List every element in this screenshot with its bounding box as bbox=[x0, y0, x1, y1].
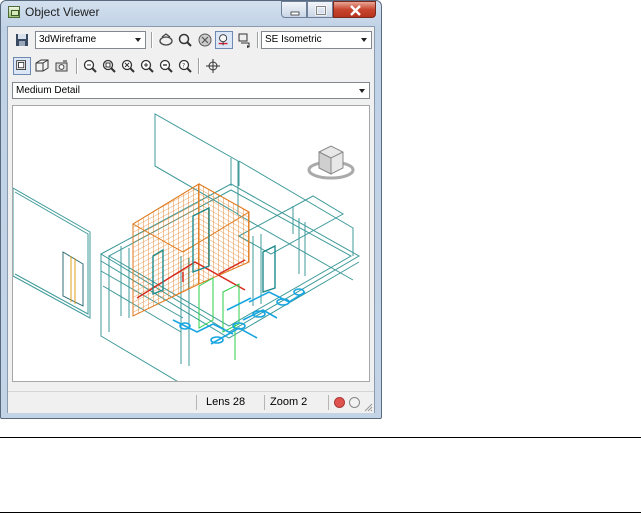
zoom-extents-icon bbox=[121, 59, 135, 73]
save-button[interactable] bbox=[13, 31, 31, 49]
toolbar-separator bbox=[151, 32, 153, 48]
zoom-previous-button[interactable]: ? bbox=[176, 57, 194, 75]
visual-style-value: 3dWireframe bbox=[39, 34, 97, 45]
orbit-button[interactable] bbox=[157, 31, 175, 49]
toolbar-separator bbox=[76, 58, 78, 74]
object-viewer-app-icon[interactable] bbox=[8, 6, 20, 18]
top-view-icon bbox=[16, 60, 26, 70]
window-title: Object Viewer bbox=[25, 5, 100, 19]
set-view-icon bbox=[238, 33, 250, 48]
page-divider-bottom bbox=[0, 512, 641, 513]
chevron-down-icon[interactable] bbox=[355, 83, 369, 98]
toolbar-separator bbox=[198, 58, 200, 74]
wireframe-model bbox=[13, 113, 361, 381]
camera-icon bbox=[55, 60, 68, 72]
minimize-icon bbox=[290, 11, 300, 16]
toolbar-row-2: ? bbox=[8, 53, 374, 79]
visual-style-select[interactable]: 3dWireframe bbox=[35, 31, 146, 49]
zoom-out-button[interactable] bbox=[157, 57, 175, 75]
status-bar: Lens 28 Zoom 2 bbox=[8, 391, 374, 413]
camera-button[interactable] bbox=[53, 57, 71, 75]
light-icon bbox=[218, 34, 228, 46]
ucs-icon bbox=[35, 59, 49, 72]
page-divider-top bbox=[0, 437, 641, 438]
orbit-icon bbox=[159, 33, 173, 46]
status-divider bbox=[328, 395, 329, 410]
light-button[interactable] bbox=[215, 31, 233, 49]
status-divider bbox=[196, 395, 197, 410]
view-select[interactable]: SE Isometric bbox=[261, 31, 372, 49]
zoom-previous-icon: ? bbox=[178, 59, 192, 73]
caption-buttons bbox=[281, 1, 376, 18]
zoom-icon bbox=[178, 33, 192, 47]
zoom-window-icon bbox=[102, 59, 116, 73]
zoom-realtime-button[interactable] bbox=[81, 57, 99, 75]
toolbar-separator bbox=[257, 32, 259, 48]
close-icon bbox=[350, 5, 361, 16]
save-icon bbox=[16, 34, 28, 46]
stop-indicator-icon[interactable] bbox=[349, 397, 360, 408]
title-bar[interactable]: Object Viewer bbox=[1, 1, 381, 23]
target-button[interactable] bbox=[204, 57, 222, 75]
chevron-down-icon[interactable] bbox=[131, 32, 145, 48]
zoom-status: Zoom 2 bbox=[270, 396, 308, 408]
model-viewport[interactable] bbox=[12, 105, 370, 382]
set-view-button[interactable] bbox=[235, 31, 253, 49]
object-viewer-window: Object Viewer 3dWireframe SE Isometric ?… bbox=[0, 0, 382, 419]
visual-style-button[interactable] bbox=[196, 31, 214, 49]
view-value: SE Isometric bbox=[265, 34, 322, 45]
client-area: 3dWireframe SE Isometric ? Medium Detail… bbox=[7, 26, 375, 413]
zoom-window-button[interactable] bbox=[100, 57, 118, 75]
svg-text:?: ? bbox=[182, 63, 185, 70]
close-button[interactable] bbox=[333, 1, 376, 18]
zoom-out-icon bbox=[159, 59, 173, 73]
zoom-in-button[interactable] bbox=[138, 57, 156, 75]
zoom-button[interactable] bbox=[176, 31, 194, 49]
view-cube[interactable] bbox=[307, 145, 355, 180]
status-divider bbox=[264, 395, 265, 410]
chevron-down-icon[interactable] bbox=[357, 32, 371, 48]
zoom-realtime-icon bbox=[83, 59, 97, 73]
zoom-in-icon bbox=[140, 59, 154, 73]
detail-level-select[interactable]: Medium Detail bbox=[12, 82, 370, 99]
resize-grip-icon[interactable] bbox=[363, 402, 373, 412]
lens-status: Lens 28 bbox=[206, 396, 246, 408]
target-icon bbox=[206, 59, 220, 73]
minimize-button[interactable] bbox=[281, 1, 307, 18]
toolbar-row-1: 3dWireframe SE Isometric bbox=[8, 27, 374, 53]
visual-style-icon bbox=[198, 33, 212, 47]
ucs-button[interactable] bbox=[33, 57, 51, 75]
maximize-icon bbox=[315, 5, 327, 16]
detail-level-value: Medium Detail bbox=[16, 85, 80, 96]
zoom-extents-button[interactable] bbox=[119, 57, 137, 75]
maximize-button[interactable] bbox=[307, 1, 333, 18]
record-indicator-icon[interactable] bbox=[334, 397, 345, 408]
top-view-button[interactable] bbox=[13, 57, 31, 75]
